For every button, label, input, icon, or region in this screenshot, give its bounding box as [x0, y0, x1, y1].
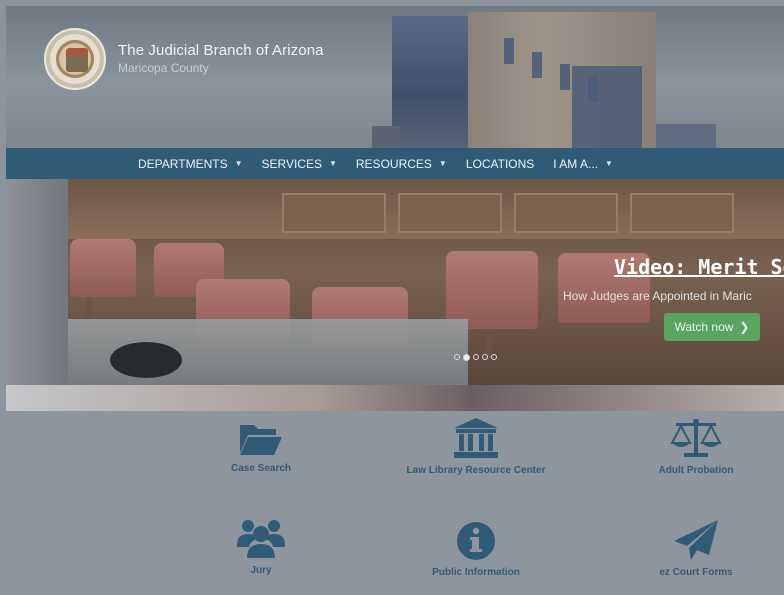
- nav-item-departments[interactable]: DEPARTMENTS ▼: [138, 157, 243, 171]
- caret-down-icon: ▼: [234, 159, 243, 168]
- caret-down-icon: ▼: [438, 159, 447, 168]
- chevron-right-icon: ❯: [739, 320, 750, 334]
- hero-title-link[interactable]: Video: Merit Select: [614, 255, 784, 279]
- carousel-dot[interactable]: [473, 354, 479, 360]
- quick-link-ez-court-forms[interactable]: ez Court Forms: [596, 519, 784, 578]
- building-window: [504, 38, 514, 64]
- info-circle-icon: [457, 522, 495, 560]
- carousel-indicators: [454, 354, 497, 361]
- header-background-building: [656, 124, 716, 148]
- carousel-dot[interactable]: [482, 354, 488, 360]
- carousel-dot-active[interactable]: [463, 354, 470, 361]
- quick-link-label: Jury: [250, 565, 272, 576]
- quick-links-section: Case Search Law Library Resource Center: [6, 411, 784, 595]
- building-window: [560, 64, 570, 90]
- caret-down-icon: ▼: [604, 159, 613, 168]
- nav-item-label: LOCATIONS: [465, 156, 535, 171]
- wood-panel: [630, 193, 734, 233]
- watch-now-button[interactable]: Watch now ❯: [664, 313, 760, 341]
- site-subtitle: Maricopa County: [118, 61, 209, 75]
- watch-now-label: Watch now: [674, 320, 734, 334]
- caret-down-icon: ▼: [328, 159, 337, 168]
- jury-chair: [446, 251, 538, 329]
- quick-link-adult-probation[interactable]: Adult Probation: [596, 417, 784, 476]
- nav-item-services[interactable]: SERVICES ▼: [262, 157, 337, 171]
- building-window: [532, 52, 542, 78]
- jury-chair: [70, 239, 136, 297]
- folder-open-icon: [240, 425, 282, 455]
- page: The Judicial Branch of Arizona Maricopa …: [0, 0, 784, 595]
- hero-bottom-strip: [6, 385, 784, 411]
- seal-emblem: [66, 48, 88, 72]
- users-icon: [237, 520, 285, 558]
- quick-link-law-library[interactable]: Law Library Resource Center: [376, 417, 576, 476]
- hero-subtitle: How Judges are Appointed in Maric: [563, 289, 752, 303]
- hero-carousel: Video: Merit Select How Judges are Appoi…: [6, 179, 784, 385]
- courthouse-icon: [454, 418, 498, 458]
- header-background-building: [372, 126, 400, 148]
- hero-background-wall: [6, 179, 68, 385]
- hero-background-wood-paneling: [68, 179, 784, 239]
- nav-item-label: SERVICES: [261, 156, 322, 171]
- quick-link-label: Law Library Resource Center: [406, 465, 546, 476]
- quick-link-case-search[interactable]: Case Search: [161, 419, 361, 474]
- wood-panel: [398, 193, 502, 233]
- scales-icon: [670, 419, 722, 457]
- quick-link-label: Case Search: [230, 463, 292, 474]
- conference-phone: [110, 342, 182, 378]
- main-navigation: DEPARTMENTS ▼ SERVICES ▼ RESOURCES ▼ LOC…: [6, 148, 784, 179]
- court-seal-logo[interactable]: [44, 28, 106, 90]
- site-title[interactable]: The Judicial Branch of Arizona: [118, 42, 324, 59]
- nav-item-i-am-a[interactable]: I AM A... ▼: [553, 157, 613, 171]
- nav-item-label: I AM A...: [553, 156, 598, 171]
- site-header: The Judicial Branch of Arizona Maricopa …: [6, 6, 784, 148]
- nav-item-locations[interactable]: LOCATIONS: [466, 157, 534, 171]
- wood-panel: [514, 193, 618, 233]
- quick-link-jury[interactable]: Jury: [161, 517, 361, 576]
- nav-item-resources[interactable]: RESOURCES ▼: [356, 157, 447, 171]
- header-background-building-glass: [572, 66, 642, 148]
- quick-link-label: ez Court Forms: [659, 567, 733, 578]
- quick-link-label: Adult Probation: [658, 465, 734, 476]
- quick-link-public-information[interactable]: Public Information: [376, 521, 576, 578]
- wood-panel: [282, 193, 386, 233]
- carousel-dot[interactable]: [491, 354, 497, 360]
- carousel-dot[interactable]: [454, 354, 460, 360]
- quick-link-label: Public Information: [432, 567, 520, 578]
- nav-item-label: RESOURCES: [355, 156, 432, 171]
- nav-item-label: DEPARTMENTS: [138, 156, 228, 171]
- paper-plane-icon: [674, 520, 718, 560]
